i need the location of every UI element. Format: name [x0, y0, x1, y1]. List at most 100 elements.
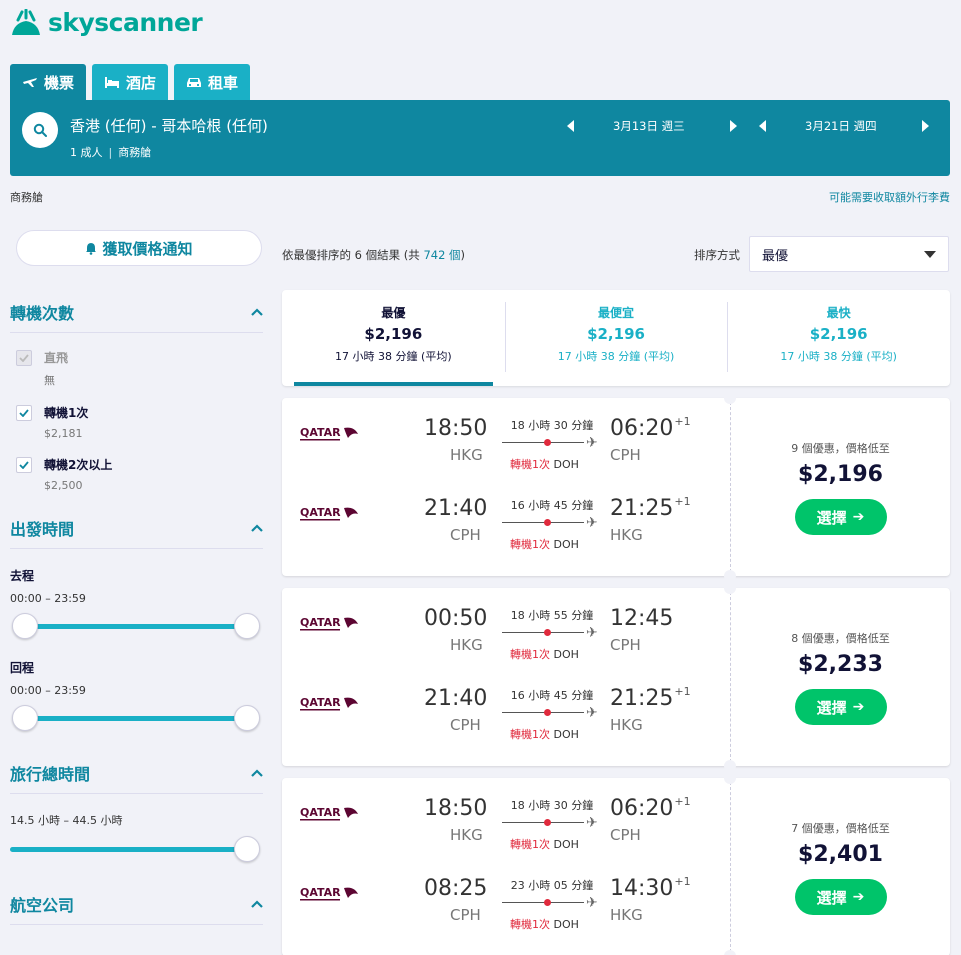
flight-result-card[interactable]: QATAR 18:50 HKG 18 小時 30 分鐘 ✈ 轉機1次 DOH 0…: [282, 392, 950, 582]
stopover-airport: DOH: [553, 648, 579, 661]
arrival-time-value: 12:45: [610, 606, 674, 631]
stops-option-one[interactable]: 轉機1次 $2,181: [10, 404, 263, 440]
depart-date[interactable]: 3月13日 週三: [613, 116, 685, 136]
arrival-time-value: 06:20: [610, 796, 674, 821]
checkbox[interactable]: [16, 457, 32, 473]
svg-text:QATAR: QATAR: [300, 426, 341, 439]
departure-airport: CPH: [450, 906, 481, 924]
select-button[interactable]: 選擇 ➔: [794, 689, 887, 725]
arrow-right-icon: ➔: [852, 889, 865, 905]
duration-range: 14.5 小時 – 44.5 小時: [10, 814, 123, 827]
flight-leg: QATAR 00:50 HKG 18 小時 55 分鐘 ✈ 轉機1次 DOH 1…: [282, 588, 730, 661]
slider-handle-max[interactable]: [234, 836, 260, 862]
stop-dot-icon: [544, 899, 551, 906]
sort-tab-best[interactable]: 最優 $2,196 17 小時 38 分鐘 (平均): [282, 290, 505, 386]
departure-time: 18:50: [424, 416, 488, 441]
duration-filter-header[interactable]: 旅行總時間: [10, 761, 263, 794]
next-day-indicator: +1: [674, 684, 691, 698]
cloud-logo-icon: [12, 8, 40, 35]
stop-dot-icon: [544, 629, 551, 636]
svg-text:QATAR: QATAR: [300, 616, 341, 629]
stop-dot-icon: [544, 819, 551, 826]
sort-select[interactable]: 最優: [749, 236, 949, 272]
checkbox[interactable]: [16, 405, 32, 421]
chevron-up-icon[interactable]: [251, 769, 263, 777]
stops-option-two-plus[interactable]: 轉機2次以上 $2,500: [10, 456, 263, 492]
times-filter-header[interactable]: 出發時間: [10, 516, 263, 549]
slider-handle-min[interactable]: [12, 705, 38, 731]
prev-return-date-icon[interactable]: [759, 120, 766, 132]
svg-text:QATAR: QATAR: [300, 506, 341, 519]
tab-flights[interactable]: 機票: [10, 64, 87, 100]
departure-time: 21:40: [424, 686, 488, 711]
departure-time: 18:50: [424, 796, 488, 821]
stops-count: 轉機1次: [510, 538, 550, 551]
price-alert-label: 獲取價格通知: [102, 239, 193, 258]
chevron-up-icon[interactable]: [251, 524, 263, 532]
arrow-right-icon: ➔: [852, 699, 865, 715]
select-label: 選擇: [816, 888, 847, 907]
sort-label: 排序方式: [694, 248, 740, 262]
select-button[interactable]: 選擇 ➔: [794, 499, 887, 535]
next-day-indicator: +1: [674, 874, 691, 888]
option-price: 無: [44, 374, 55, 387]
tab-hotels[interactable]: 酒店: [92, 64, 169, 100]
option-label: 轉機2次以上: [44, 458, 113, 472]
select-label: 選擇: [816, 698, 847, 717]
stops-filter-header[interactable]: 轉機次數: [10, 300, 263, 333]
sort-value: 最優: [762, 248, 789, 264]
flight-result-card[interactable]: QATAR 18:50 HKG 18 小時 30 分鐘 ✈ 轉機1次 DOH 0…: [282, 772, 950, 955]
checkmark-icon: [19, 354, 29, 362]
sort-tab-fastest[interactable]: 最快 $2,196 17 小時 38 分鐘 (平均): [727, 290, 950, 386]
baggage-fees-link[interactable]: 可能需要收取額外行李費: [829, 189, 950, 205]
prev-depart-date-icon[interactable]: [567, 120, 574, 132]
stopover-airport: DOH: [553, 728, 579, 741]
select-button[interactable]: 選擇 ➔: [794, 879, 887, 915]
flight-result-card[interactable]: QATAR 00:50 HKG 18 小時 55 分鐘 ✈ 轉機1次 DOH 1…: [282, 582, 950, 772]
chevron-down-icon: [924, 250, 936, 258]
plane-icon: ✈: [586, 515, 598, 531]
chevron-up-icon[interactable]: [251, 900, 263, 908]
duration-slider[interactable]: [10, 834, 263, 864]
outbound-time-slider[interactable]: [10, 611, 263, 641]
arrival-airport: HKG: [610, 526, 643, 544]
slider-handle-max[interactable]: [234, 705, 260, 731]
bell-icon: [86, 242, 97, 255]
slider-handle-max[interactable]: [234, 613, 260, 639]
slider-handle-min[interactable]: [12, 613, 38, 639]
search-summary[interactable]: 香港 (任何) - 哥本哈根 (任何) 1 成人 | 商務艙 3月13日 週三 3月…: [10, 100, 950, 176]
stops-filter-title: 轉機次數: [10, 304, 75, 323]
arrival-airport: CPH: [610, 446, 641, 464]
svg-text:QATAR: QATAR: [300, 806, 341, 819]
return-date[interactable]: 3月21日 週四: [805, 116, 877, 136]
qatar-airways-logo: QATAR: [300, 504, 360, 524]
arrival-airport: HKG: [610, 906, 643, 924]
checkbox[interactable]: [16, 350, 32, 366]
flight-duration: 16 小時 45 分鐘: [510, 499, 594, 512]
plane-icon: ✈: [586, 895, 598, 911]
arrival-time-value: 06:20: [610, 416, 674, 441]
stops-option-direct[interactable]: 直飛 無: [10, 349, 263, 388]
sort-tab-cheapest[interactable]: 最便宜 $2,196 17 小時 38 分鐘 (平均): [504, 290, 728, 386]
return-time-slider[interactable]: [10, 703, 263, 733]
search-button[interactable]: [22, 112, 58, 148]
price-alert-button[interactable]: 獲取價格通知: [16, 230, 262, 266]
next-depart-date-icon[interactable]: [730, 120, 737, 132]
plane-icon: ✈: [586, 625, 598, 641]
skyscanner-logo[interactable]: skyscanner: [10, 8, 203, 37]
lowest-price: $2,196: [798, 462, 883, 487]
next-return-date-icon[interactable]: [922, 120, 929, 132]
bed-icon: [105, 77, 120, 88]
option-label: 轉機1次: [44, 406, 89, 420]
plane-icon: ✈: [586, 815, 598, 831]
sort-tab-duration: 17 小時 38 分鐘 (平均): [557, 350, 675, 363]
airlines-filter-header[interactable]: 航空公司: [10, 892, 263, 925]
slider-track: [24, 624, 249, 629]
search-icon: [33, 123, 47, 137]
chevron-up-icon[interactable]: [251, 308, 263, 316]
flight-duration: 18 小時 55 分鐘: [510, 609, 594, 622]
tab-cars[interactable]: 租車: [174, 64, 251, 100]
arrival-time: 14:30+1: [610, 874, 691, 901]
top-bar: skyscanner: [0, 0, 961, 58]
outbound-range: 00:00 – 23:59: [10, 592, 86, 605]
